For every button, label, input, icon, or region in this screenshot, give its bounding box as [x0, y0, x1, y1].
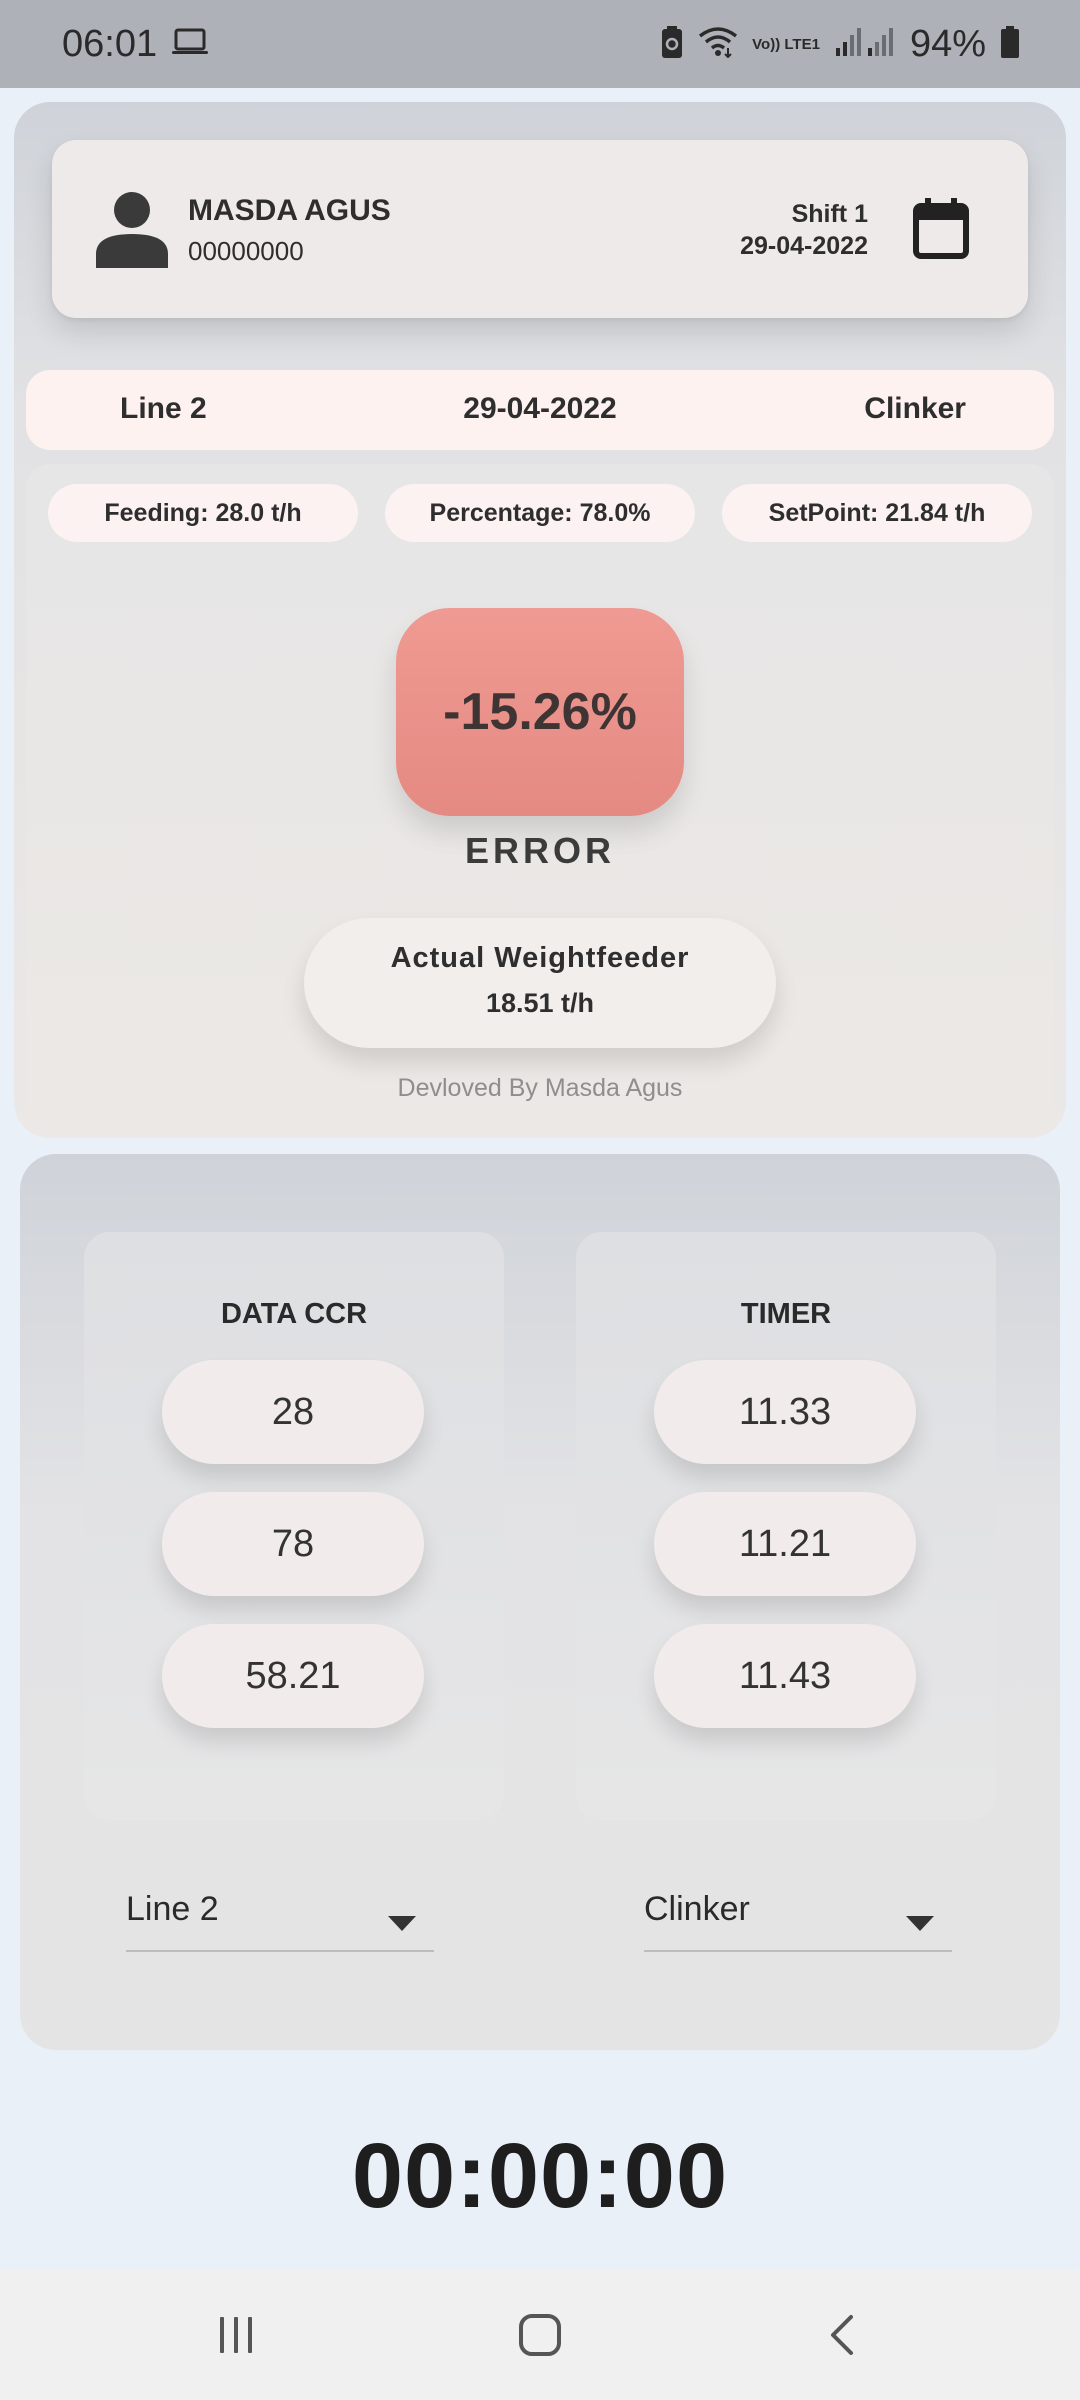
selected-material: Clinker	[864, 392, 966, 425]
setpoint-pill: SetPoint: 21.84 t/h	[722, 484, 1032, 542]
recent-apps-icon[interactable]	[206, 2310, 266, 2360]
shift-date: 29-04-2022	[740, 232, 868, 260]
battery-percent: 94%	[909, 22, 986, 65]
actual-weightfeeder-title: Actual Weightfeeder	[390, 942, 690, 974]
info-strip: Line 2 29-04-2022 Clinker	[26, 370, 1054, 450]
laptop-icon	[171, 27, 209, 62]
user-name: MASDA AGUS	[188, 194, 391, 227]
battery-saver-icon	[660, 25, 684, 64]
status-right: Vo)) LTE1 94%	[660, 23, 1020, 66]
line-dropdown[interactable]: Line 2	[126, 1880, 434, 1952]
status-left: 06:01	[62, 23, 209, 66]
ccr-feeding-field[interactable]: 28	[162, 1360, 424, 1464]
network-type-label: Vo)) LTE1	[752, 35, 820, 53]
person-icon	[94, 188, 170, 268]
timer-field-1[interactable]: 11.33	[654, 1360, 916, 1464]
error-value: -15.26%	[396, 608, 684, 816]
home-icon[interactable]	[510, 2310, 570, 2360]
data-ccr-column: DATA CCR 28 78 58.21	[84, 1232, 504, 1820]
percentage-pill: Percentage: 78.0%	[385, 484, 695, 542]
status-time: 06:01	[62, 22, 158, 65]
signal-icon	[834, 26, 896, 63]
material-dropdown-value: Clinker	[644, 1890, 750, 1928]
feeding-pill: Feeding: 28.0 t/h	[48, 484, 358, 542]
wifi-icon	[698, 26, 738, 63]
timer-title: TIMER	[740, 1298, 832, 1330]
ccr-percentage-field[interactable]: 78	[162, 1492, 424, 1596]
timer-field-2[interactable]: 11.21	[654, 1492, 916, 1596]
user-card: MASDA AGUS 00000000 Shift 1 29-04-2022	[52, 140, 1028, 318]
ccr-value-field[interactable]: 58.21	[162, 1624, 424, 1728]
error-label: ERROR	[464, 830, 615, 871]
back-icon[interactable]	[812, 2310, 872, 2360]
user-id: 00000000	[188, 236, 304, 266]
data-ccr-title: DATA CCR	[220, 1298, 368, 1330]
navigation-bar	[0, 2270, 1080, 2400]
timer-field-3[interactable]: 11.43	[654, 1624, 916, 1728]
material-dropdown[interactable]: Clinker	[644, 1880, 952, 1952]
timer-column: TIMER 11.33 11.21 11.43	[576, 1232, 996, 1820]
battery-icon	[1000, 25, 1020, 64]
chevron-down-icon	[906, 1902, 934, 1931]
shift-label: Shift 1	[791, 200, 868, 228]
calendar-icon[interactable]	[912, 198, 970, 260]
developer-credit: Devloved By Masda Agus	[397, 1074, 683, 1102]
chevron-down-icon	[388, 1902, 416, 1931]
stopwatch-display[interactable]: 00:00:00	[0, 2124, 1080, 2229]
shift-info: Shift 1 29-04-2022	[740, 198, 868, 262]
status-bar: 06:01 Vo)) LTE1 94%	[0, 0, 1080, 88]
actual-weightfeeder-pill: Actual Weightfeeder 18.51 t/h	[304, 918, 776, 1048]
actual-weightfeeder-value: 18.51 t/h	[485, 988, 595, 1018]
line-dropdown-value: Line 2	[126, 1890, 219, 1928]
